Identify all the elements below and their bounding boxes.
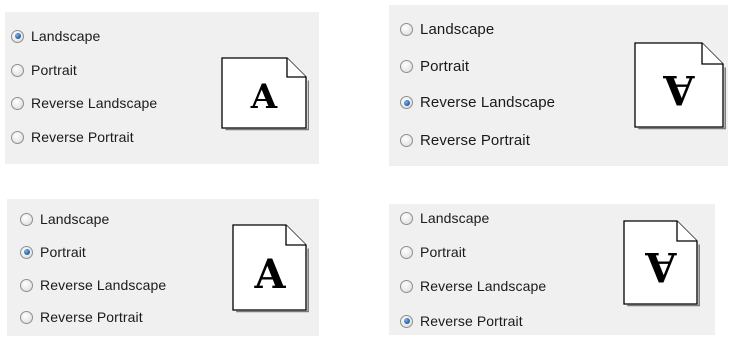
option-reverse-portrait[interactable]: Reverse Portrait	[400, 132, 530, 149]
radio-button[interactable]	[20, 278, 33, 292]
option-label: Reverse Landscape	[420, 94, 556, 111]
orientation-panel-portrait: Landscape Portrait Reverse Landscape Rev…	[7, 199, 319, 336]
option-reverse-landscape[interactable]: Reverse Landscape	[400, 278, 546, 294]
option-landscape[interactable]: Landscape	[400, 210, 489, 226]
radio-button[interactable]	[11, 130, 24, 144]
option-label: Landscape	[420, 21, 495, 38]
radio-button[interactable]	[400, 23, 413, 36]
radio-button[interactable]	[400, 279, 413, 293]
radio-button[interactable]	[20, 212, 33, 226]
page-orientation-icon: A	[632, 40, 726, 131]
orientation-panel-landscape: Landscape Portrait Reverse Landscape Rev…	[5, 12, 319, 164]
radio-button[interactable]	[20, 310, 33, 324]
option-label: Portrait	[40, 244, 86, 260]
radio-button[interactable]	[400, 134, 413, 147]
option-portrait[interactable]: Portrait	[400, 244, 466, 260]
option-label: Portrait	[420, 244, 466, 260]
radio-button[interactable]	[400, 245, 413, 259]
option-label: Portrait	[31, 62, 77, 78]
option-reverse-landscape[interactable]: Reverse Landscape	[11, 95, 157, 111]
radio-button[interactable]	[400, 211, 413, 225]
radio-button[interactable]	[11, 96, 24, 110]
option-label: Portrait	[420, 58, 470, 75]
option-label: Reverse Portrait	[420, 132, 530, 149]
orientation-panel-reverse-landscape: Landscape Portrait Reverse Landscape Rev…	[389, 5, 728, 166]
option-label: Reverse Portrait	[31, 129, 134, 145]
option-label: Landscape	[420, 210, 490, 226]
option-label: Reverse Portrait	[420, 313, 523, 329]
option-landscape[interactable]: Landscape	[400, 21, 494, 38]
option-label: Reverse Landscape	[40, 277, 167, 293]
option-label: Reverse Landscape	[31, 95, 158, 111]
option-landscape[interactable]: Landscape	[20, 211, 109, 227]
option-portrait[interactable]: Portrait	[11, 62, 77, 78]
radio-button[interactable]	[11, 29, 24, 43]
radio-button[interactable]	[400, 96, 413, 109]
option-label: Reverse Landscape	[420, 278, 547, 294]
option-reverse-landscape[interactable]: Reverse Landscape	[400, 94, 555, 111]
page-orientation-icon: A	[219, 55, 309, 131]
option-reverse-portrait[interactable]: Reverse Portrait	[400, 313, 523, 329]
radio-button[interactable]	[400, 60, 413, 73]
option-reverse-landscape[interactable]: Reverse Landscape	[20, 277, 166, 293]
option-portrait[interactable]: Portrait	[400, 58, 469, 75]
option-label: Landscape	[31, 28, 101, 44]
radio-button[interactable]	[11, 63, 24, 77]
page-orientation-icon: A	[230, 222, 310, 314]
radio-button[interactable]	[400, 314, 413, 328]
option-portrait[interactable]: Portrait	[20, 244, 86, 260]
page-orientation-icon: A	[621, 218, 701, 308]
option-reverse-portrait[interactable]: Reverse Portrait	[20, 309, 143, 325]
option-landscape[interactable]: Landscape	[11, 28, 100, 44]
orientation-panel-reverse-portrait: Landscape Portrait Reverse Landscape Rev…	[389, 204, 715, 335]
radio-button[interactable]	[20, 245, 33, 259]
option-reverse-portrait[interactable]: Reverse Portrait	[11, 129, 134, 145]
option-label: Landscape	[40, 211, 110, 227]
option-label: Reverse Portrait	[40, 309, 143, 325]
